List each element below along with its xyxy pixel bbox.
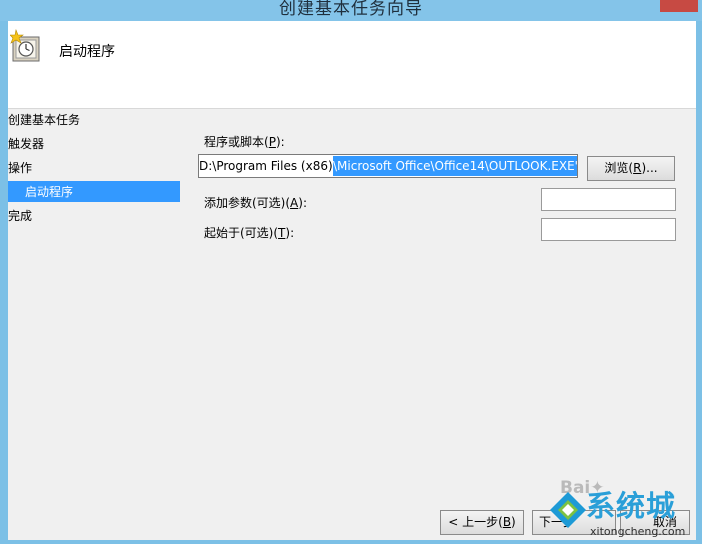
wizard-client-area: 启动程序 创建基本任务 触发器 操作 启动程序 完成 程序或脚本(P): D:\… <box>8 21 696 540</box>
title-bar[interactable]: 创建基本任务向导 <box>0 0 702 21</box>
nav-step-label: 启动程序 <box>25 185 74 199</box>
cancel-button[interactable]: 取消 <box>620 510 690 535</box>
arguments-input[interactable] <box>541 188 676 211</box>
back-button[interactable]: < 上一步(B) <box>440 510 524 535</box>
next-button[interactable]: 下一步 <box>532 510 616 535</box>
wizard-header: 启动程序 <box>8 21 696 109</box>
start-in-input[interactable] <box>541 218 676 241</box>
start-in-label: 起始于(可选)(T): <box>204 226 295 240</box>
arguments-label: 添加参数(可选)(A): <box>204 196 307 210</box>
window-title: 创建基本任务向导 <box>279 0 423 19</box>
program-path-selected-text: \Microsoft Office\Office14\OUTLOOK.EXE" <box>333 156 577 176</box>
nav-step-finish[interactable]: 完成 <box>8 207 32 224</box>
nav-step-create-task[interactable]: 创建基本任务 <box>8 111 80 128</box>
program-path-text: D:\Program Files (x86) <box>199 159 333 173</box>
nav-step-trigger[interactable]: 触发器 <box>8 135 44 152</box>
nav-step-start-program[interactable]: 启动程序 <box>8 181 180 202</box>
scheduled-task-clock-icon <box>10 29 40 62</box>
page-title: 启动程序 <box>59 44 115 60</box>
program-label: 程序或脚本(P): <box>204 135 285 149</box>
browse-button[interactable]: 浏览(R)... <box>587 156 675 181</box>
nav-step-action[interactable]: 操作 <box>8 159 32 176</box>
close-button[interactable] <box>660 0 698 12</box>
program-path-input[interactable]: D:\Program Files (x86) \Microsoft Office… <box>198 154 578 178</box>
